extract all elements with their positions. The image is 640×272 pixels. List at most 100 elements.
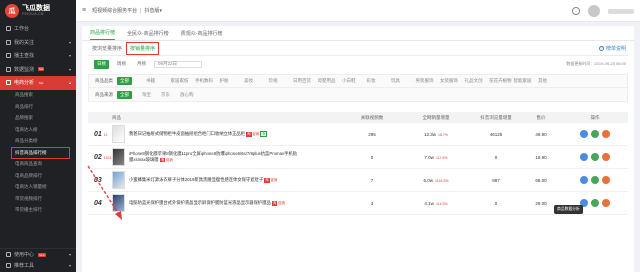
tab-all-product-rank[interactable]: 全民众-商品排行榜 [127, 30, 169, 40]
breadcrumb-version[interactable]: 抖音版 [144, 7, 159, 14]
menu-icon[interactable]: ≡ [82, 7, 86, 14]
product-thumbnail[interactable] [112, 171, 125, 189]
period-daily-button[interactable]: 日榜 [94, 59, 109, 69]
avatar[interactable] [588, 5, 600, 17]
cart-icon[interactable] [591, 130, 599, 138]
hot-badge: hot [38, 67, 45, 72]
table-row[interactable]: 01 11 我爸日记抽屉式储物柜牛皮面抽屉组合柜门口收纳立体正品柜 淘促销券 29… [88, 123, 628, 146]
rank-intro-link[interactable]: ? 榜单说明 [598, 45, 626, 52]
product-name: iPhone8钢化膜苹果8钢化膜11pro全屏iphone8防爆iphone6/… [129, 151, 298, 162]
filter-option[interactable]: 放心购 [180, 92, 194, 98]
logo-icon: 瓜 [5, 4, 19, 18]
table-row[interactable]: 03 小蜜蜂集米灯源泳衣裤子分体2019新款黑腰显瘦性感连体女保守遮肚子 淘促销… [88, 169, 628, 192]
sidebar-sub-product-query[interactable]: 电商商品查询 [0, 159, 76, 171]
sidebar-item-workbench[interactable]: 工作台 [0, 22, 76, 36]
analysis-icon[interactable] [580, 153, 588, 161]
link-icon[interactable] [602, 130, 610, 138]
breadcrumb-platform[interactable]: 短视频综合服务平台 [92, 7, 137, 14]
filter-option[interactable]: 家居家纺 [171, 78, 196, 84]
analysis-icon[interactable] [580, 130, 588, 138]
sidebar-sub-talent-rank[interactable]: 电商达人榜 [0, 124, 76, 136]
period-weekly-button[interactable]: 周榜 [114, 60, 129, 69]
sidebar: 瓜 飞瓜数据 FEIGUA.CN 工作台 我的关注 ▾ 播主查找 ▾ 数据监测 hot… [0, 0, 76, 272]
sidebar-sub-product-rank[interactable]: 商品排行 [0, 101, 76, 113]
chevron-down-icon: ▾ [159, 7, 162, 14]
product-name: 电脑防蓝光保护膜台式外保护液晶显示屏保护膜防蓝光液晶显示器保护膜品 [129, 200, 271, 206]
col-sales[interactable]: 全网销量增量 [400, 115, 472, 121]
col-videos[interactable]: 关联视频数 [344, 115, 400, 121]
update-time: 数据更新时间：2019-09-23 06:00 [566, 61, 626, 66]
sales-increment: 7.0w [424, 154, 434, 160]
link-icon[interactable] [602, 153, 610, 161]
filter-option[interactable]: 玩具 [391, 78, 416, 84]
tab-fee-product-rank[interactable]: 费观众-商品排行榜 [181, 30, 223, 40]
bell-icon[interactable] [572, 7, 580, 15]
promo-tag: 促销 [278, 201, 285, 206]
sidebar-item-follow[interactable]: 我的关注 ▾ [0, 36, 76, 50]
source-tag: 淘 [272, 201, 278, 206]
user-name-blurred[interactable] [608, 8, 634, 14]
filter-option[interactable]: 礼品文创 [465, 78, 490, 84]
home-icon [6, 26, 11, 32]
sidebar-sub-brand-search[interactable]: 品牌搜索 [0, 113, 76, 125]
sidebar-item-help[interactable]: 使用中心 new ▾ [0, 249, 76, 260]
period-monthly-button[interactable]: 月榜 [134, 60, 149, 69]
promo-tag: 促销 [270, 178, 278, 183]
link-icon[interactable] [602, 199, 610, 207]
analysis-icon[interactable] [580, 176, 588, 184]
link-icon[interactable] [602, 176, 610, 184]
sales-percent: 18.7% [438, 132, 448, 137]
sidebar-sub-video-rank[interactable]: 带货视频排行 [0, 193, 76, 205]
heart-icon [6, 39, 11, 45]
sidebar-sub-talent-sales[interactable]: 电商达人销量榜 [0, 182, 76, 194]
product-thumbnail[interactable] [112, 148, 125, 166]
sidebar-item-monitor[interactable]: 数据监测 hot ▾ [0, 63, 76, 77]
chevron-down-icon: ▾ [68, 66, 71, 72]
table-row[interactable]: 02 11023 iPhone8钢化膜苹果8钢化膜11pro全屏iphone8防爆… [88, 146, 628, 169]
filter-option[interactable]: 全部 [117, 77, 132, 85]
col-price: 售价 [536, 114, 546, 120]
sidebar-sub-douyin-product-rank[interactable]: 抖音商品排行榜 [11, 147, 70, 159]
date-picker[interactable]: 09月22日 [154, 60, 202, 68]
filter-option[interactable]: 女装服饰 [440, 78, 465, 84]
cart-icon[interactable] [591, 199, 599, 207]
filter-option[interactable]: 淘宝 [142, 92, 151, 98]
tool-icon [6, 263, 11, 268]
logo[interactable]: 瓜 飞瓜数据 FEIGUA.CN [0, 0, 76, 22]
views-increment: 0 [494, 154, 498, 160]
sidebar-item-tools[interactable]: 推荐工具 ▾ [0, 260, 76, 271]
filter-option[interactable]: 其他 [538, 78, 563, 84]
filter-option[interactable]: 小白鞋 [342, 78, 367, 84]
filter-option[interactable]: 男装服饰 [416, 78, 441, 84]
tab-product-rank[interactable]: 商品排行榜 [90, 29, 116, 40]
filter-option[interactable]: 手机数码 [195, 78, 220, 84]
filter-option[interactable]: 母婴用品 [318, 78, 343, 84]
sidebar-sub-category-rank[interactable]: 商品分类榜 [0, 136, 76, 148]
filter-option[interactable]: 书籍 [146, 78, 171, 84]
cart-icon[interactable] [591, 176, 599, 184]
product-thumbnail[interactable] [112, 194, 125, 212]
filter-option[interactable]: 京东 [161, 92, 170, 98]
sidebar-item-search[interactable]: 播主查找 ▾ [0, 49, 76, 63]
filter-option[interactable]: 日用百货 [293, 78, 318, 84]
sidebar-sub-host-rank[interactable]: 带货播主排行 [0, 205, 76, 217]
filter-row-source: 商品来源 全部 淘宝 京东 放心购 [89, 88, 627, 101]
sidebar-sub-brand-rank[interactable]: 电商品牌排行 [0, 170, 76, 182]
sidebar-sub-product-search[interactable]: 商品搜索 [0, 90, 76, 102]
table-row[interactable]: 04 电脑防蓝光保护膜台式外保护液晶显示屏保护膜防蓝光液晶显示器保护膜品 淘促销… [88, 192, 628, 215]
rank-change: 11 [103, 132, 108, 137]
rank-by-views[interactable]: 按浏览量排序 [92, 45, 122, 52]
source-tag: 淘 [264, 178, 270, 183]
filter-option[interactable]: 彩妆 [367, 78, 392, 84]
sidebar-item-ecommerce[interactable]: 电商分析 hot ▴ [0, 76, 76, 90]
col-views[interactable]: 抖音浏览量增量 [472, 115, 520, 121]
filter-option[interactable]: 护肤 [220, 78, 245, 84]
filter-option[interactable]: 全部 [117, 90, 132, 99]
rank-by-sales[interactable]: 按销量排序 [126, 41, 160, 55]
filter-option[interactable]: 智能家居 [514, 78, 539, 84]
filter-option[interactable]: 美妆 [244, 78, 269, 84]
product-thumbnail[interactable] [112, 125, 125, 143]
filter-option[interactable]: 珍视 [269, 78, 294, 84]
cart-icon[interactable] [591, 153, 599, 161]
filter-option[interactable]: 花花卉植物 [489, 78, 514, 84]
